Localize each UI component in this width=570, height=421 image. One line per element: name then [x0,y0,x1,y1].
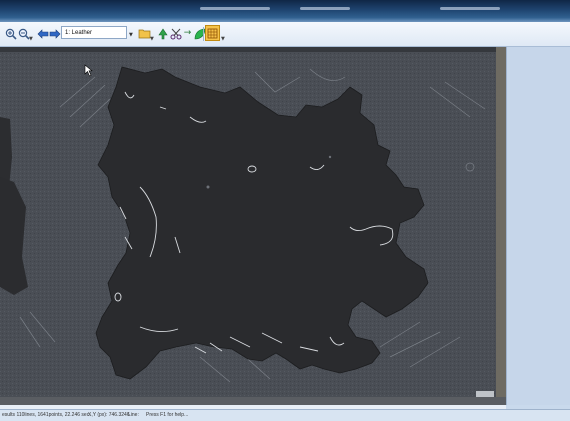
chevron-down-icon[interactable]: ▼ [29,36,33,42]
title-bar-highlight [440,7,500,10]
title-bar-highlight [200,7,270,10]
chevron-down-icon[interactable]: ▼ [150,36,154,42]
grid-icon[interactable] [205,25,220,41]
status-line: Line: [128,412,139,418]
status-results: esults 110lines, 1641points, 22.246 sec. [2,412,91,418]
hide-defect [328,155,332,159]
status-bar: esults 110lines, 1641points, 22.246 sec.… [0,409,570,421]
side-panel [506,47,570,405]
board-right-edge [496,47,506,405]
hide-defect [206,185,210,189]
forward-arrow-icon[interactable] [47,26,62,41]
layer-select[interactable]: 1: Leather [61,26,127,39]
board-bottom-edge [0,397,506,405]
image-canvas[interactable] [0,47,506,405]
status-hint: Press F1 for help... [146,412,189,418]
board-top-edge [0,47,506,52]
ruler-marker [476,391,494,397]
toolbar-separator [203,27,204,41]
toolbar: ▼ 1: Leather ▼ ▼ → ▼ [0,22,570,47]
window-title-bar [0,0,570,22]
chevron-down-icon[interactable]: ▼ [129,31,134,39]
hide-scan-image[interactable] [0,47,506,405]
chevron-down-icon[interactable]: ▼ [221,36,225,42]
title-bar-highlight [300,7,350,10]
status-coordinates: X,Y (px): 746.3246 [88,412,130,418]
